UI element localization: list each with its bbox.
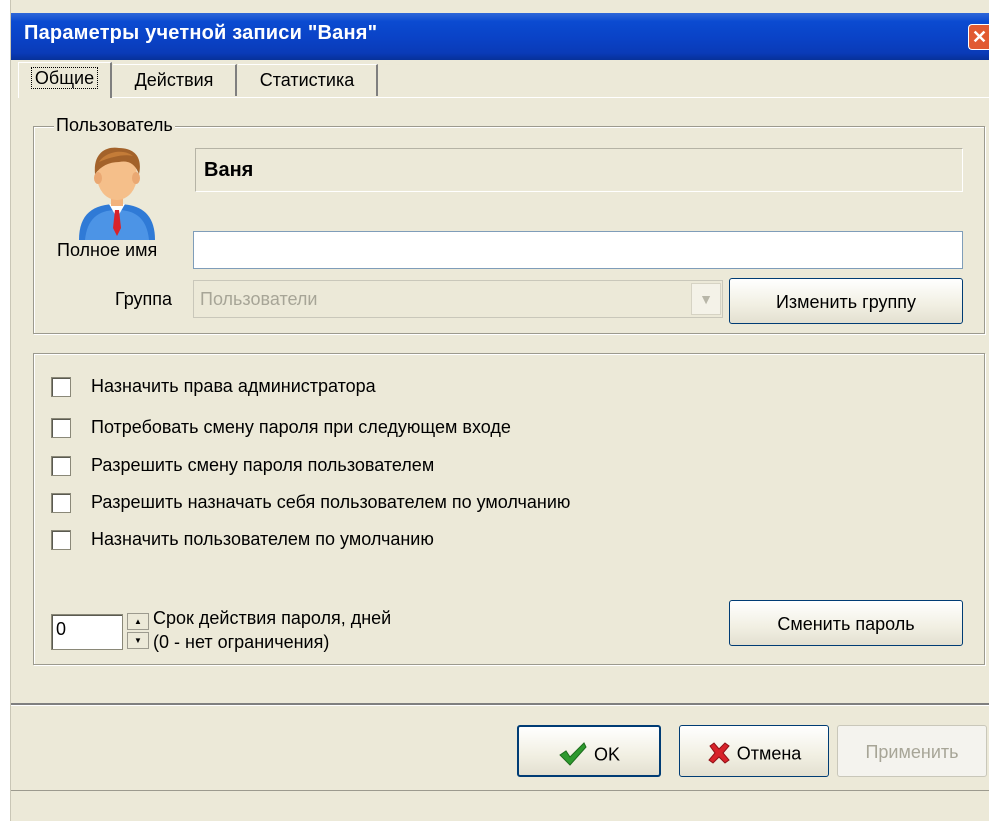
tab-statistics[interactable]: Статистика bbox=[238, 64, 378, 96]
status-bar bbox=[11, 790, 989, 822]
checkbox[interactable] bbox=[51, 377, 71, 397]
change-group-button[interactable]: Изменить группу bbox=[729, 278, 963, 324]
spin-down-icon[interactable]: ▼ bbox=[127, 632, 149, 649]
tab-statistics-label: Статистика bbox=[259, 70, 355, 90]
password-expiry-input[interactable]: 0 bbox=[51, 614, 123, 650]
tab-general-label: Общие bbox=[30, 67, 99, 89]
option-label: Назначить права администратора bbox=[91, 376, 376, 396]
account-settings-dialog: Параметры учетной записи "Ваня" ✕ Общие … bbox=[10, 0, 989, 821]
tab-strip: Общие Действия Статистика bbox=[11, 62, 989, 98]
ok-button[interactable]: OK bbox=[517, 725, 661, 777]
title-bar[interactable]: Параметры учетной записи "Ваня" ✕ bbox=[11, 13, 989, 60]
user-groupbox-legend: Пользователь bbox=[54, 115, 175, 136]
close-button[interactable]: ✕ bbox=[968, 24, 989, 50]
username-display: Ваня bbox=[195, 148, 963, 192]
group-label: Группа bbox=[115, 289, 173, 309]
checkbox[interactable] bbox=[51, 418, 71, 438]
fullname-label: Полное имя bbox=[57, 240, 158, 260]
footer-separator bbox=[11, 703, 989, 706]
password-expiry-label: Срок действия пароля, дней bbox=[153, 608, 392, 628]
option-label: Разрешить смену пароля пользователем bbox=[91, 455, 435, 475]
chevron-down-icon: ▼ bbox=[691, 283, 721, 315]
window-title: Параметры учетной записи "Ваня" bbox=[24, 22, 378, 44]
spin-up-icon[interactable]: ▲ bbox=[127, 613, 149, 630]
cancel-button[interactable]: Отмена bbox=[679, 725, 829, 777]
fullname-input[interactable] bbox=[193, 231, 963, 269]
option-label: Назначить пользователем по умолчанию bbox=[91, 529, 434, 549]
cross-icon bbox=[707, 742, 730, 764]
password-expiry-hint: (0 - нет ограничения) bbox=[153, 632, 330, 652]
tab-actions-label: Действия bbox=[134, 70, 214, 90]
tab-actions[interactable]: Действия bbox=[113, 64, 237, 96]
group-select-value: Пользователи bbox=[200, 289, 318, 309]
user-avatar-icon bbox=[79, 147, 155, 240]
option-label: Потребовать смену пароля при следующем в… bbox=[91, 417, 511, 437]
option-label: Разрешить назначать себя пользователем п… bbox=[91, 492, 571, 512]
apply-button: Применить bbox=[837, 725, 987, 777]
ok-label: OK bbox=[593, 744, 620, 765]
cancel-label: Отмена bbox=[736, 743, 802, 764]
checkbox[interactable] bbox=[51, 456, 71, 476]
change-password-button[interactable]: Сменить пароль bbox=[729, 600, 963, 646]
checkmark-icon bbox=[559, 742, 587, 766]
tab-general[interactable]: Общие bbox=[18, 62, 112, 98]
close-icon: ✕ bbox=[971, 27, 988, 47]
checkbox[interactable] bbox=[51, 530, 71, 550]
group-select: Пользователи ▼ bbox=[193, 280, 723, 318]
checkbox[interactable] bbox=[51, 493, 71, 513]
